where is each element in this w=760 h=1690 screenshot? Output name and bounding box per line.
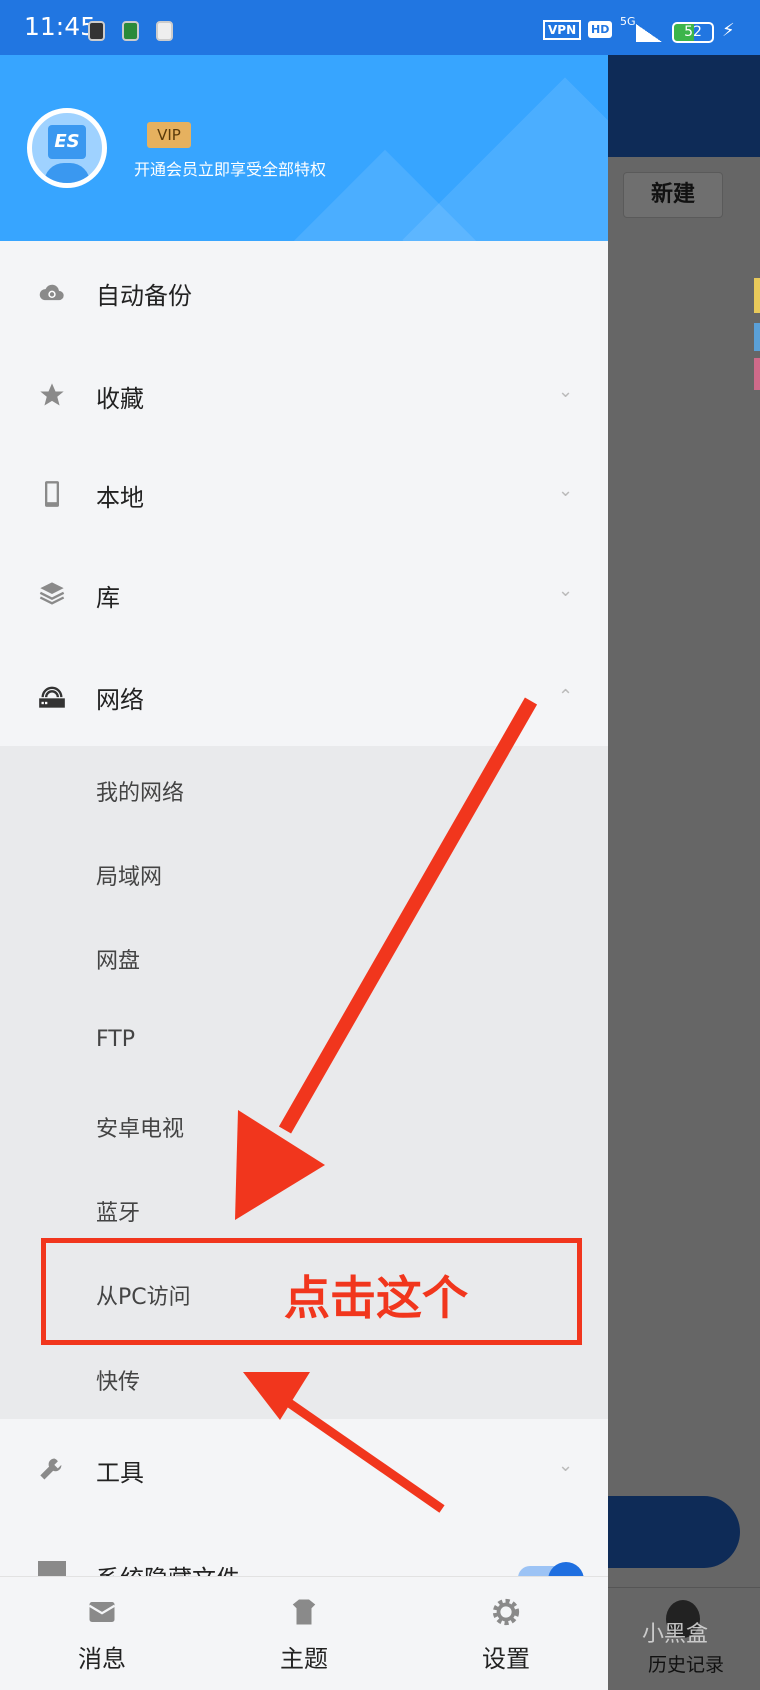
nav-label: 主题 (280, 1645, 328, 1673)
cloud-sync-icon (39, 284, 64, 301)
new-button: 新建 (623, 172, 723, 218)
hd-icon: HD (588, 21, 613, 38)
notification-icon (156, 21, 173, 41)
submenu-my-network[interactable]: 我的网络 (96, 775, 184, 807)
phone-icon (45, 481, 59, 507)
submenu-lan[interactable]: 局域网 (96, 859, 162, 891)
menu-label: 本地 (96, 484, 144, 512)
layers-icon (39, 582, 65, 605)
background-fab (608, 1496, 740, 1568)
vpn-icon: VPN (543, 20, 582, 40)
menu-label: 网络 (96, 686, 144, 714)
clock-time: 11:45 (24, 12, 97, 41)
drawer-header: ES VIP 开通会员立即享受全部特权 (0, 55, 608, 241)
color-tag (754, 323, 760, 351)
menu-item-auto-backup[interactable]: 自动备份 (0, 252, 608, 332)
chevron-down-icon: ⌄ (558, 1455, 574, 1476)
divider (608, 1587, 760, 1588)
chevron-down-icon: ⌄ (558, 480, 574, 501)
menu-item-library[interactable]: 库 ⌄ (0, 554, 608, 634)
menu-label: 自动备份 (96, 282, 192, 310)
menu-item-local[interactable]: 本地 ⌄ (0, 454, 608, 534)
nav-settings[interactable]: 设置 (436, 1577, 576, 1690)
color-tag (754, 278, 760, 313)
charging-icon: ⚡ (722, 20, 735, 41)
submenu-android-tv[interactable]: 安卓电视 (96, 1111, 184, 1143)
chevron-up-icon: ⌃ (558, 686, 574, 707)
submenu-cloud-drive[interactable]: 网盘 (96, 943, 140, 975)
wrench-icon (40, 1458, 62, 1480)
watermark-logo: 小黑盒 (642, 1622, 709, 1647)
background-toolbar (608, 55, 760, 157)
submenu-bluetooth[interactable]: 蓝牙 (96, 1195, 140, 1227)
menu-item-tools[interactable]: 工具 ⌄ (0, 1429, 608, 1509)
avatar[interactable]: ES (27, 108, 107, 188)
menu-item-favorites[interactable]: 收藏 ⌄ (0, 355, 608, 435)
menu-label: 收藏 (96, 385, 144, 413)
vip-subtitle[interactable]: 开通会员立即享受全部特权 (134, 156, 326, 180)
mail-icon (88, 1602, 116, 1622)
signal-icon (636, 24, 662, 42)
gear-icon (492, 1598, 520, 1626)
router-icon (39, 686, 65, 708)
battery-icon: 52 (672, 22, 714, 43)
nav-label: 设置 (482, 1645, 530, 1673)
annotation-text: 点击这个 (284, 1271, 468, 1325)
chevron-down-icon: ⌄ (558, 580, 574, 601)
menu-label: 工具 (96, 1459, 144, 1487)
navigation-drawer: ES VIP 开通会员立即享受全部特权 自动备份 收藏 ⌄ 本地 ⌄ 库 ⌄ 网… (0, 55, 608, 1690)
vip-badge[interactable]: VIP (147, 122, 191, 148)
history-label: 历史记录 (648, 1654, 725, 1676)
nav-label: 消息 (78, 1645, 126, 1673)
menu-item-network[interactable]: 网络 ⌃ (0, 656, 608, 736)
nav-messages[interactable]: 消息 (32, 1577, 172, 1690)
chevron-down-icon: ⌄ (558, 381, 574, 402)
notification-icon (122, 21, 139, 41)
shirt-icon (292, 1599, 316, 1625)
nav-theme[interactable]: 主题 (234, 1577, 374, 1690)
submenu-quick-transfer[interactable]: 快传 (96, 1364, 140, 1396)
menu-label: 库 (96, 584, 120, 612)
es-logo: ES (48, 125, 86, 159)
bottom-nav: 消息 主题 设置 (0, 1576, 608, 1690)
color-tag (754, 358, 760, 390)
network-type: 5G (620, 15, 636, 28)
status-bar: 11:45 VPN HD 5G 52 ⚡ (0, 0, 760, 55)
submenu-ftp[interactable]: FTP (96, 1027, 135, 1052)
avatar-body (44, 163, 90, 183)
notification-icon (88, 21, 105, 41)
star-icon (40, 383, 64, 406)
